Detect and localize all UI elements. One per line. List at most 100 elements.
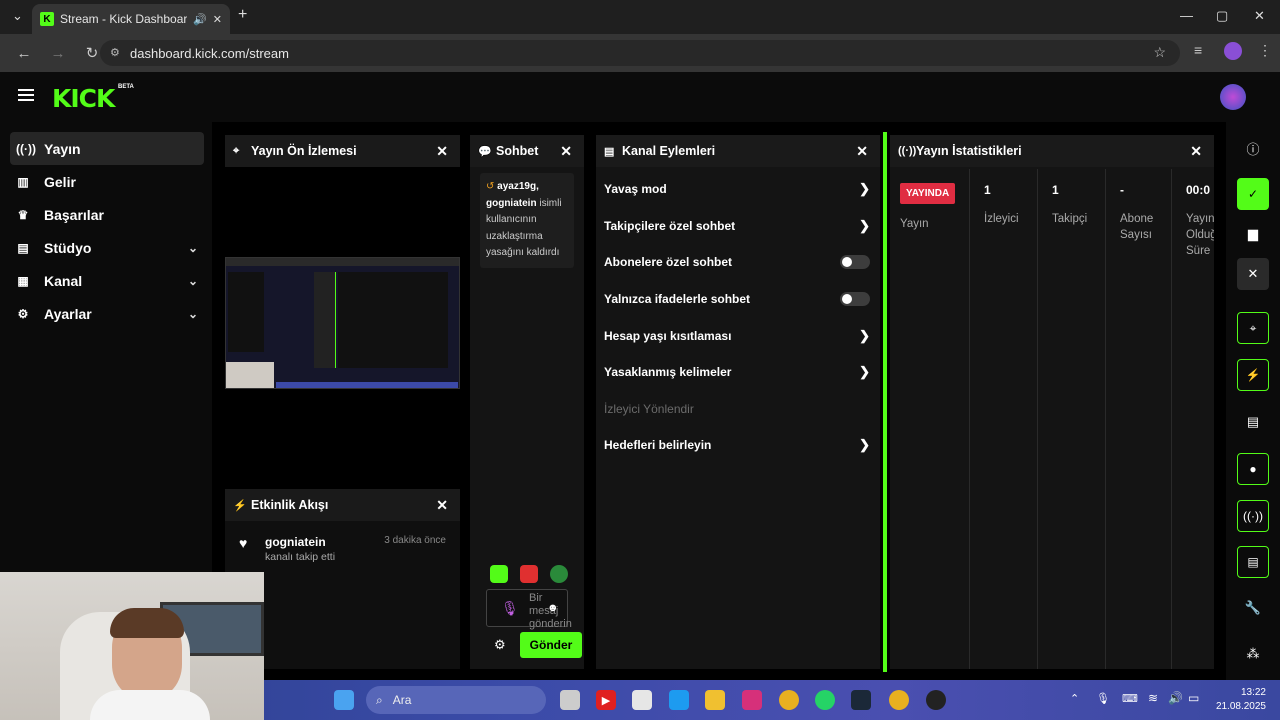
widgets-icon[interactable]: ⁂: [1237, 638, 1269, 670]
sidebar-item-gelir[interactable]: ▥ Gelir: [0, 165, 212, 198]
action-followers-only[interactable]: Takipçilere özel sohbet ❯: [596, 208, 880, 245]
address-toolbar: ← → ↻ ⚙ dashboard.kick.com/stream ☆ ≡ ⋮: [0, 34, 1280, 72]
unban-icon: ↺: [486, 181, 495, 192]
taskbar-search[interactable]: ⌕ Ara: [366, 686, 546, 714]
window-close-icon[interactable]: ✕: [1254, 8, 1265, 24]
chart-icon: ▥: [17, 174, 29, 189]
heart-icon: ♥: [239, 535, 248, 551]
close-icon[interactable]: ✕: [856, 143, 868, 160]
instagram-icon[interactable]: [742, 690, 762, 710]
sidebar-item-ayarlar[interactable]: ⚙ Ayarlar ⌄: [0, 297, 212, 330]
file-explorer-icon[interactable]: [705, 690, 725, 710]
preview-toggle-button[interactable]: ⌖: [1237, 312, 1269, 344]
microphone-icon[interactable]: 🎙: [1096, 692, 1110, 705]
steam-icon[interactable]: [851, 690, 871, 710]
bookmark-star-icon[interactable]: ☆: [1153, 44, 1166, 61]
new-tab-icon[interactable]: +: [238, 6, 247, 24]
site-info-icon[interactable]: ⚙: [110, 46, 120, 59]
chrome-icon[interactable]: [779, 690, 799, 710]
tab-list-icon[interactable]: ⌄: [12, 8, 23, 24]
windows-start-icon[interactable]: [334, 690, 354, 710]
media-icon[interactable]: ≡: [1194, 42, 1202, 58]
sidebar-item-kanal[interactable]: ▦ Kanal ⌄: [0, 264, 212, 297]
emoji-icon[interactable]: ☻: [547, 602, 559, 614]
task-view-icon[interactable]: [560, 690, 580, 710]
chat-user[interactable]: gogniatein: [486, 198, 537, 209]
mic-icon[interactable]: 🎙: [501, 600, 519, 617]
person-shirt: [90, 690, 210, 720]
chat-settings-icon[interactable]: ⚙: [494, 637, 506, 653]
close-icon[interactable]: ✕: [436, 497, 448, 514]
url-bar[interactable]: ⚙ dashboard.kick.com/stream ☆: [100, 40, 1180, 66]
panel-resize-handle[interactable]: [883, 132, 887, 672]
kick-logo[interactable]: KICK: [52, 84, 115, 113]
chat-system-message: ↺ ayaz19g, gogniatein isimli kullanıcını…: [480, 173, 574, 268]
action-label: Hedefleri belirleyin: [604, 438, 712, 453]
store-icon[interactable]: [632, 690, 652, 710]
channel-icon: ▦: [17, 273, 29, 288]
close-icon[interactable]: ✕: [560, 143, 572, 160]
menu-icon[interactable]: ⋮: [1258, 42, 1272, 59]
chat-toggle-button[interactable]: ●: [1237, 453, 1269, 485]
save-layout-button[interactable]: ✓: [1237, 178, 1269, 210]
forward-icon[interactable]: →: [48, 45, 68, 62]
sidebar-item-label: Stüdyo: [44, 239, 92, 256]
activity-user[interactable]: gogniatein: [265, 535, 326, 549]
action-set-goals[interactable]: Hedefleri belirleyin ❯: [596, 427, 880, 464]
stream-preview-panel: ⌖ Yayın Ön İzlemesi ✕: [225, 135, 460, 481]
chevron-right-icon: ❯: [859, 181, 870, 197]
browser-tab[interactable]: K Stream - Kick Dashboard 🔊 ✕: [32, 4, 230, 34]
action-label: Yavaş mod: [604, 182, 667, 197]
back-icon[interactable]: ←: [14, 45, 34, 62]
battery-icon[interactable]: ▭: [1188, 691, 1199, 705]
tab-close-icon[interactable]: ✕: [213, 13, 222, 26]
webcam-overlay: [0, 572, 264, 720]
stream-preview-video[interactable]: [225, 257, 460, 389]
keyboard-icon[interactable]: ⌨: [1122, 692, 1138, 705]
reload-icon[interactable]: ↻: [82, 44, 102, 62]
audio-icon[interactable]: 🔊: [193, 13, 207, 26]
wifi-icon[interactable]: ≋: [1148, 691, 1158, 705]
activity-toggle-button[interactable]: ⚡: [1237, 359, 1269, 391]
youtube-icon[interactable]: ▶: [596, 690, 616, 710]
obs-icon[interactable]: [926, 690, 946, 710]
clock[interactable]: 13:22 21.08.2025: [1214, 686, 1266, 714]
emote-kick-icon[interactable]: [490, 565, 508, 583]
action-label: Yalnızca ifadelerle sohbet: [604, 292, 751, 307]
subscribers-only-toggle[interactable]: [840, 255, 870, 270]
info-icon[interactable]: ⓘ: [1237, 132, 1269, 164]
sidebar-item-studyo[interactable]: ▤ Stüdyo ⌄: [0, 231, 212, 264]
layout-icon[interactable]: ▆: [1237, 218, 1269, 250]
whatsapp-icon[interactable]: [815, 690, 835, 710]
action-banned-words[interactable]: Yasaklanmış kelimeler ❯: [596, 354, 880, 391]
minimize-icon[interactable]: —: [1180, 8, 1193, 23]
profile-icon[interactable]: [1224, 42, 1242, 60]
tray-chevron-icon[interactable]: ⌃: [1070, 692, 1079, 705]
emotes-only-toggle[interactable]: [840, 292, 870, 307]
close-layout-icon[interactable]: ✕: [1237, 258, 1269, 290]
sidebar-item-label: Başarılar: [44, 206, 104, 223]
hamburger-menu-icon[interactable]: [18, 89, 34, 101]
emote-angry-icon[interactable]: [520, 565, 538, 583]
close-icon[interactable]: ✕: [1190, 143, 1202, 160]
send-button[interactable]: Gönder: [520, 632, 582, 658]
maximize-icon[interactable]: ▢: [1216, 8, 1228, 24]
sidebar-item-label: Yayın: [44, 140, 81, 157]
volume-icon[interactable]: 🔊: [1168, 691, 1183, 705]
twitter-icon[interactable]: [669, 690, 689, 710]
chat-input[interactable]: 🎙 Bir mesaj gönderin ☻: [486, 589, 572, 630]
user-avatar[interactable]: [1220, 84, 1246, 110]
action-account-age[interactable]: Hesap yaşı kısıtlaması ❯: [596, 317, 880, 354]
close-icon[interactable]: ✕: [436, 143, 448, 160]
document-icon[interactable]: ▤: [1237, 406, 1269, 438]
action-slow-mode[interactable]: Yavaş mod ❯: [596, 171, 880, 208]
wrench-icon[interactable]: 🔧: [1237, 592, 1269, 624]
chevron-down-icon: ⌄: [187, 273, 198, 288]
sidebar-item-basarilar[interactable]: ♛ Başarılar: [0, 198, 212, 231]
emote-face-icon[interactable]: [550, 565, 568, 583]
chrome-active-icon[interactable]: [889, 690, 909, 710]
sidebar-item-yayin[interactable]: ((·)) Yayın: [10, 132, 204, 165]
chat-user[interactable]: ayaz19g,: [497, 181, 539, 192]
channel-actions-toggle-button[interactable]: ▤: [1237, 546, 1269, 578]
stats-toggle-button[interactable]: ((·)): [1237, 500, 1269, 532]
